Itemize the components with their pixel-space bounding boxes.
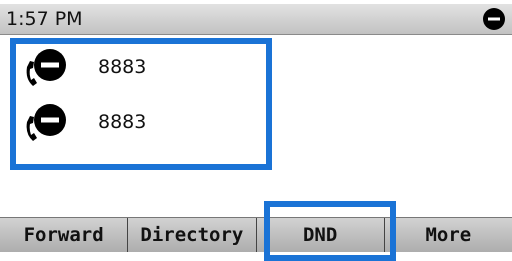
softkey-more[interactable]: More [385, 218, 512, 252]
softkey-directory[interactable]: Directory [128, 218, 257, 252]
dnd-status-icon [483, 8, 505, 30]
clock-time: 1:57 PM [6, 8, 83, 30]
status-bar: 1:57 PM [0, 4, 512, 35]
lines-highlight-box [10, 38, 272, 170]
softkey-bar: Forward Directory DND More [0, 217, 512, 252]
dnd-highlight-box [264, 201, 396, 261]
softkey-forward[interactable]: Forward [0, 218, 129, 252]
